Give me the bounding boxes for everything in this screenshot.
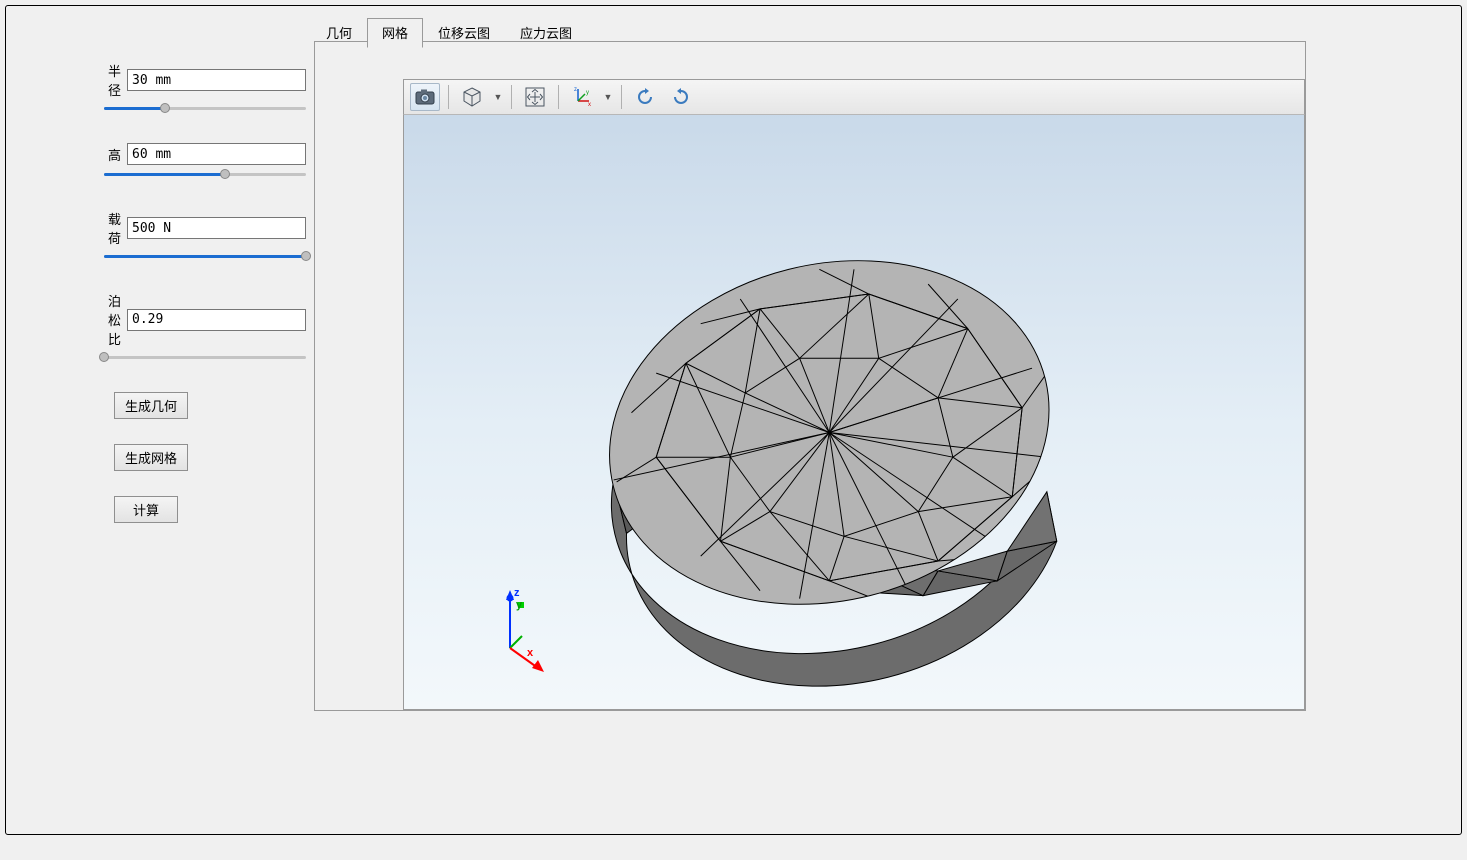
param-load-input[interactable] (127, 217, 306, 239)
rotate-ccw-icon[interactable] (630, 83, 660, 111)
param-height-input[interactable] (127, 143, 306, 165)
param-load-label: 载荷 (96, 209, 127, 247)
svg-text:x: x (588, 102, 591, 108)
generate-geometry-button[interactable]: 生成几何 (114, 392, 188, 419)
param-height: 高 (96, 143, 306, 165)
app-window: 半径 高 载荷 泊松比 (5, 5, 1462, 835)
svg-text:z: z (574, 87, 577, 93)
camera-icon[interactable] (410, 83, 440, 111)
svg-text:y: y (586, 90, 589, 96)
mesh-viewport[interactable]: z y x (403, 79, 1305, 710)
triad-z-label: z (514, 587, 520, 599)
cube-view-icon[interactable] (457, 83, 487, 111)
rotate-cw-icon[interactable] (666, 83, 696, 111)
param-height-slider[interactable] (104, 169, 306, 181)
triad-x-label: x (527, 647, 534, 659)
param-load-slider[interactable] (104, 251, 306, 263)
cube-view-dropdown[interactable]: ▼ (493, 92, 503, 102)
param-poisson-slider[interactable] (104, 352, 306, 364)
tab-mesh[interactable]: 网格 (367, 18, 423, 48)
param-poisson-label: 泊松比 (96, 291, 127, 348)
sidebar-params: 半径 高 载荷 泊松比 (96, 61, 306, 548)
param-radius-label: 半径 (96, 61, 127, 99)
param-radius-input[interactable] (127, 69, 306, 91)
axes-triad: z y x (492, 586, 562, 676)
tab-panel: ▼ z y (314, 41, 1306, 711)
axes-dropdown[interactable]: ▼ (603, 92, 613, 102)
param-poisson-input[interactable] (127, 309, 306, 331)
param-radius: 半径 (96, 61, 306, 99)
fit-view-icon[interactable] (520, 83, 550, 111)
axes-icon[interactable]: z y x (567, 83, 597, 111)
generate-mesh-button[interactable]: 生成网格 (114, 444, 188, 471)
viewport-toolbar: ▼ z y (403, 79, 1305, 115)
triad-y-label: y (516, 599, 523, 611)
param-poisson: 泊松比 (96, 291, 306, 348)
param-height-label: 高 (96, 145, 127, 164)
param-load: 载荷 (96, 209, 306, 247)
param-radius-slider[interactable] (104, 103, 306, 115)
compute-button[interactable]: 计算 (114, 496, 178, 523)
